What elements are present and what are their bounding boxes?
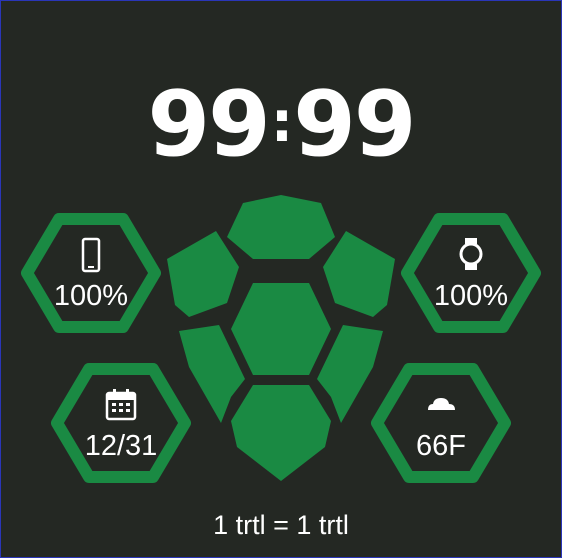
time-display: 99:99 xyxy=(1,73,561,175)
minutes: 99 xyxy=(293,72,416,177)
time-separator: : xyxy=(270,90,293,155)
shell-plate-upper-left xyxy=(167,231,239,317)
weather-complication[interactable]: 66F xyxy=(371,361,511,485)
calendar-icon xyxy=(51,387,191,426)
shell-plate-center xyxy=(231,283,331,375)
watch-icon xyxy=(401,237,541,276)
watch-face: 99:99 100% 100% 12/31 66F 1 trtl = 1 trt… xyxy=(0,0,562,558)
hours: 99 xyxy=(147,72,271,177)
weather-value: 66F xyxy=(416,430,466,462)
phone-icon xyxy=(21,237,161,278)
watch-battery-value: 100% xyxy=(433,280,509,312)
watch-battery-complication[interactable]: 100% xyxy=(401,211,541,335)
turtle-shell-logo xyxy=(167,195,395,481)
shell-plate-upper-right xyxy=(323,231,395,317)
date-complication[interactable]: 12/31 xyxy=(51,361,191,485)
shell-plate-top xyxy=(227,195,335,259)
phone-battery-value: 100% xyxy=(53,280,129,312)
hexagon-frame xyxy=(371,363,511,483)
cloud-icon xyxy=(371,395,511,416)
footer-text: 1 trtl = 1 trtl xyxy=(213,510,349,540)
shell-plate-bottom xyxy=(231,385,331,481)
phone-battery-complication[interactable]: 100% xyxy=(21,211,161,335)
date-value: 12/31 xyxy=(84,430,158,462)
